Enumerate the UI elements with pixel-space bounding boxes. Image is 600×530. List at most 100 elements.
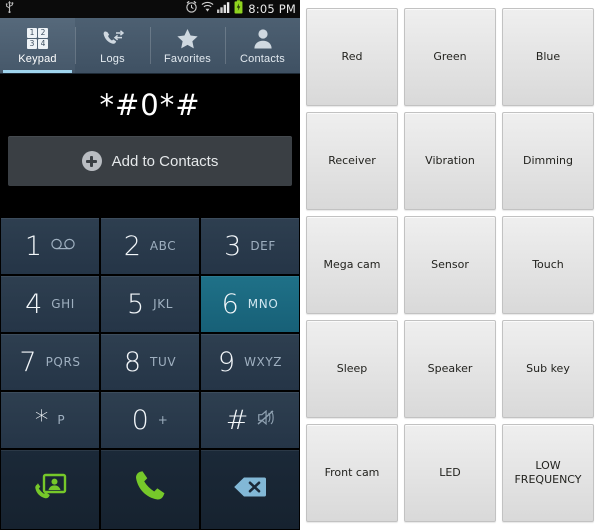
tile-label: Blue bbox=[535, 50, 561, 64]
dialed-number-display[interactable]: *#0*# bbox=[0, 74, 300, 136]
key-4-digit: 4 bbox=[25, 288, 43, 320]
screen-root: 8:05 PM 1234 Keypad Logs Favorites Conta… bbox=[0, 0, 600, 530]
key-hash-digit: # bbox=[225, 404, 249, 436]
key-8-letters: TUV bbox=[150, 355, 177, 369]
key-5-digit: 5 bbox=[126, 288, 145, 320]
tile-touch[interactable]: Touch bbox=[502, 216, 594, 314]
wifi-icon bbox=[201, 0, 214, 18]
phone-dialer-panel: 8:05 PM 1234 Keypad Logs Favorites Conta… bbox=[0, 0, 300, 530]
key-9-letters: WXYZ bbox=[244, 355, 283, 369]
key-star-digit: * bbox=[34, 404, 49, 436]
tile-label: LED bbox=[439, 466, 461, 480]
tile-blue[interactable]: Blue bbox=[502, 8, 594, 106]
key-5-letters: JKL bbox=[153, 297, 174, 311]
key-4-letters: GHI bbox=[51, 297, 75, 311]
plus-circle-icon bbox=[81, 151, 102, 171]
key-9-digit: 9 bbox=[217, 346, 236, 378]
tile-sleep[interactable]: Sleep bbox=[306, 320, 398, 418]
key-2-digit: 2 bbox=[123, 230, 141, 262]
tile-label: Speaker bbox=[427, 362, 473, 376]
key-2-letters: ABC bbox=[149, 239, 177, 253]
tile-label: Touch bbox=[532, 258, 564, 272]
key-9[interactable]: 9 WXYZ bbox=[201, 334, 299, 390]
tile-receiver[interactable]: Receiver bbox=[306, 112, 398, 210]
key-8-digit: 8 bbox=[123, 346, 142, 378]
tile-label: Front cam bbox=[324, 466, 380, 480]
add-to-contacts-button[interactable]: Add to Contacts bbox=[8, 136, 292, 186]
add-to-contacts-wrap: Add to Contacts bbox=[0, 136, 300, 186]
tile-sub-key[interactable]: Sub key bbox=[502, 320, 594, 418]
video-call-contact-icon bbox=[33, 472, 67, 507]
battery-charging-icon bbox=[234, 0, 243, 19]
tile-vibration[interactable]: Vibration bbox=[404, 112, 496, 210]
key-hash[interactable]: # bbox=[201, 392, 299, 448]
key-0-digit: 0 bbox=[131, 404, 149, 436]
key-1-digit: 1 bbox=[24, 230, 43, 262]
key-3-digit: 3 bbox=[224, 230, 242, 262]
status-bar-left bbox=[4, 0, 15, 18]
tile-speaker[interactable]: Speaker bbox=[404, 320, 496, 418]
tab-logs-label: Logs bbox=[100, 52, 125, 65]
tile-label: Sub key bbox=[526, 362, 570, 376]
tile-mega-cam[interactable]: Mega cam bbox=[306, 216, 398, 314]
hardware-test-panel: Red Green Blue Receiver Vibration Dimmin… bbox=[300, 0, 600, 530]
key-5[interactable]: 5 JKL bbox=[101, 276, 199, 332]
key-2[interactable]: 2 ABC bbox=[101, 218, 199, 274]
tile-label: Dimming bbox=[523, 154, 573, 168]
tile-dimming[interactable]: Dimming bbox=[502, 112, 594, 210]
backspace-button[interactable] bbox=[201, 450, 299, 529]
tile-low-frequency[interactable]: LOW FREQUENCY bbox=[502, 424, 594, 522]
key-7-digit: 7 bbox=[19, 346, 37, 378]
key-7[interactable]: 7 PQRS bbox=[1, 334, 99, 390]
backspace-icon bbox=[233, 476, 267, 503]
tile-label: Mega cam bbox=[323, 258, 381, 272]
tile-label: Sleep bbox=[336, 362, 368, 376]
person-icon bbox=[253, 27, 273, 51]
key-0[interactable]: 0 + bbox=[101, 392, 199, 448]
tile-sensor[interactable]: Sensor bbox=[404, 216, 496, 314]
tile-label: LOW FREQUENCY bbox=[514, 459, 582, 486]
key-1[interactable]: 1 bbox=[1, 218, 99, 274]
star-icon bbox=[176, 27, 199, 51]
add-to-contacts-label: Add to Contacts bbox=[111, 152, 219, 170]
tab-keypad[interactable]: 1234 Keypad bbox=[0, 18, 75, 73]
keypad: 1 2 ABC 3 DEF 4 GHI 5 JKL 6 MNO 7 PQRS 8… bbox=[0, 218, 300, 530]
key-star-letters: P bbox=[57, 413, 66, 427]
status-bar-clock: 8:05 PM bbox=[248, 2, 296, 16]
call-icon bbox=[134, 471, 166, 508]
tab-keypad-label: Keypad bbox=[18, 52, 57, 65]
key-7-letters: PQRS bbox=[45, 355, 81, 369]
tile-label: Green bbox=[433, 50, 467, 64]
tile-led[interactable]: LED bbox=[404, 424, 496, 522]
tab-contacts-label: Contacts bbox=[239, 52, 285, 65]
key-8[interactable]: 8 TUV bbox=[101, 334, 199, 390]
key-star[interactable]: * P bbox=[1, 392, 99, 448]
key-6-digit: 6 bbox=[221, 288, 239, 320]
status-bar: 8:05 PM bbox=[0, 0, 300, 18]
tile-label: Receiver bbox=[328, 154, 376, 168]
tile-label: Red bbox=[341, 50, 363, 64]
call-button[interactable] bbox=[101, 450, 199, 529]
key-3-letters: DEF bbox=[250, 239, 276, 253]
call-log-icon bbox=[102, 27, 124, 51]
key-6-letters: MNO bbox=[247, 297, 279, 311]
key-4[interactable]: 4 GHI bbox=[1, 276, 99, 332]
voicemail-icon bbox=[51, 237, 75, 255]
tile-green[interactable]: Green bbox=[404, 8, 496, 106]
key-3[interactable]: 3 DEF bbox=[201, 218, 299, 274]
tab-contacts[interactable]: Contacts bbox=[225, 18, 300, 73]
tab-favorites[interactable]: Favorites bbox=[150, 18, 225, 73]
video-call-contact-button[interactable] bbox=[1, 450, 99, 529]
tile-label: Vibration bbox=[425, 154, 475, 168]
tile-label: Sensor bbox=[431, 258, 469, 272]
signal-bars-icon bbox=[217, 0, 231, 18]
tile-red[interactable]: Red bbox=[306, 8, 398, 106]
key-6[interactable]: 6 MNO bbox=[201, 276, 299, 332]
status-bar-right: 8:05 PM bbox=[185, 0, 296, 19]
mute-icon bbox=[257, 409, 274, 430]
tile-front-cam[interactable]: Front cam bbox=[306, 424, 398, 522]
tab-logs[interactable]: Logs bbox=[75, 18, 150, 73]
tab-bar: 1234 Keypad Logs Favorites Contacts bbox=[0, 18, 300, 74]
dialed-number: *#0*# bbox=[99, 88, 201, 122]
tab-favorites-label: Favorites bbox=[163, 52, 212, 65]
